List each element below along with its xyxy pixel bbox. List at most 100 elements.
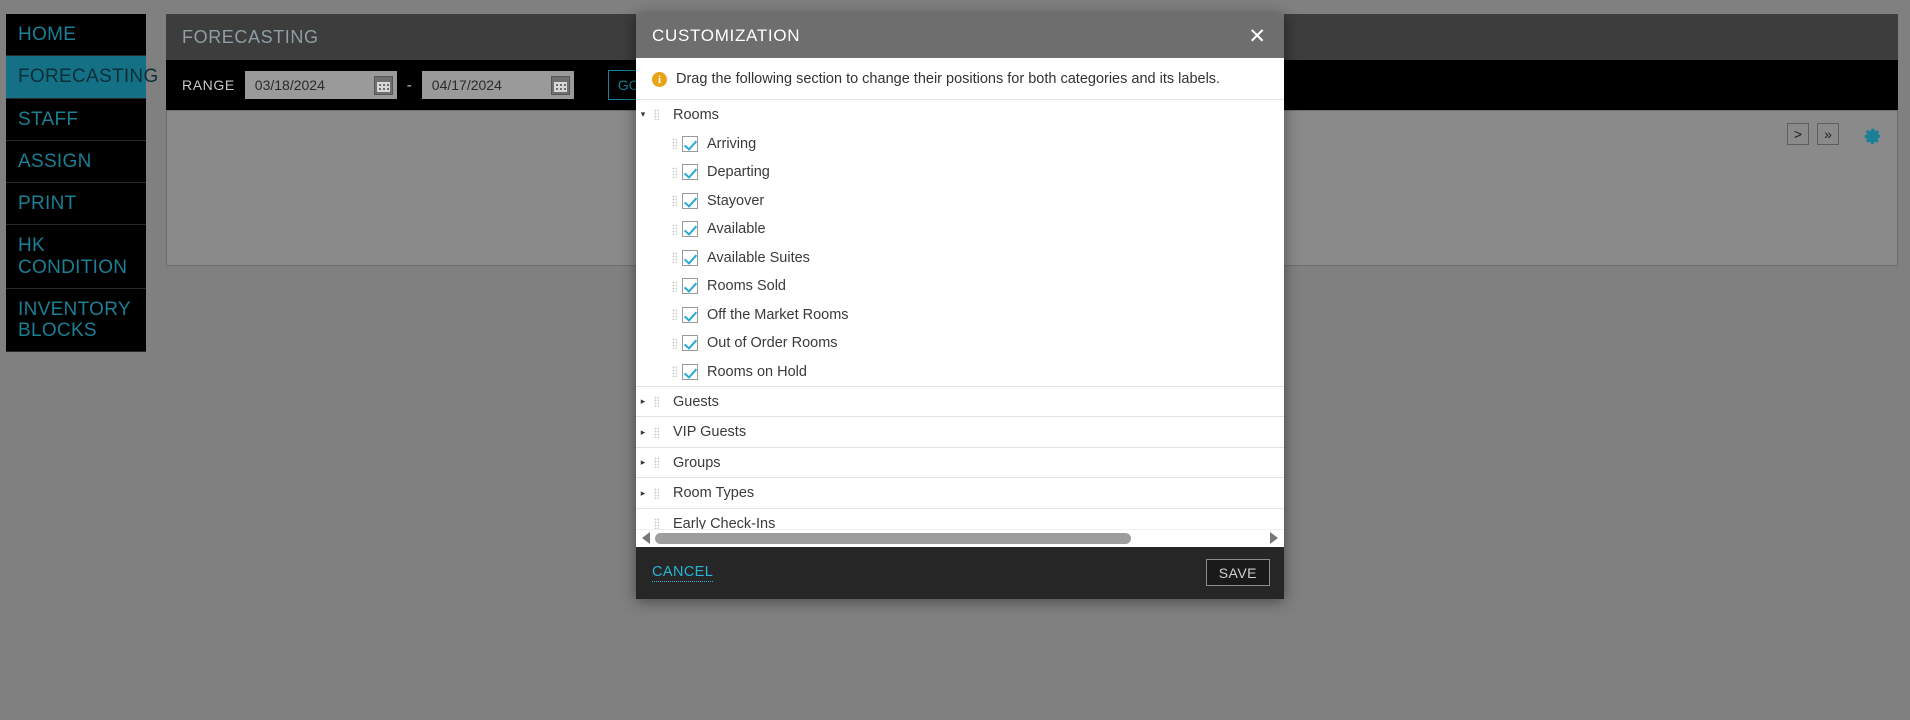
tree-checkbox-row[interactable]: Rooms Sold bbox=[636, 272, 1284, 301]
category-tree[interactable]: ▾ Rooms Arriving Departing Stayover Available… bbox=[636, 99, 1284, 529]
tree-checkbox-row[interactable]: Arriving bbox=[636, 129, 1284, 158]
calendar-icon[interactable] bbox=[551, 76, 570, 95]
drag-handle-icon[interactable] bbox=[668, 366, 680, 377]
date-separator: - bbox=[407, 77, 412, 94]
drag-handle-icon[interactable] bbox=[668, 167, 680, 178]
sidebar-nav: HOME FORECASTING STAFF ASSIGN PRINT HK CONDIT… bbox=[6, 14, 146, 352]
tree-item-label: Rooms on Hold bbox=[698, 364, 807, 380]
drag-handle-icon[interactable] bbox=[668, 309, 680, 320]
drag-handle-icon[interactable] bbox=[668, 195, 680, 206]
drag-handle-icon[interactable] bbox=[668, 138, 680, 149]
tree-category-row[interactable]: ▸Groups bbox=[636, 447, 1284, 478]
drag-handle-icon[interactable] bbox=[650, 427, 662, 438]
sidebar-item-label: STAFF bbox=[18, 109, 78, 130]
sidebar-item-forecasting[interactable]: FORECASTING bbox=[6, 56, 146, 98]
tree-checkbox-row[interactable]: Available bbox=[636, 215, 1284, 244]
horizontal-scrollbar[interactable] bbox=[636, 529, 1284, 547]
tree-item-label: Departing bbox=[698, 164, 770, 180]
sidebar-item-staff[interactable]: STAFF bbox=[6, 99, 146, 141]
checkbox-stayover[interactable] bbox=[682, 193, 698, 209]
info-icon: i bbox=[652, 72, 667, 87]
tree-item-label: Rooms Sold bbox=[698, 278, 786, 294]
tree-category-row[interactable]: ▸ VIP Guests bbox=[636, 416, 1284, 447]
close-icon[interactable]: ✕ bbox=[1244, 26, 1270, 47]
drag-handle-icon[interactable] bbox=[668, 281, 680, 292]
app-root: HOME FORECASTING STAFF ASSIGN PRINT HK CONDIT… bbox=[0, 0, 1910, 720]
next-page-icon[interactable]: > bbox=[1787, 123, 1809, 145]
tree-checkbox-row[interactable]: Stayover bbox=[636, 186, 1284, 215]
drag-handle-icon[interactable] bbox=[668, 224, 680, 235]
tree-checkbox-row[interactable]: Available Suites bbox=[636, 243, 1284, 272]
tree-category-row[interactable]: Early Check-Ins bbox=[636, 508, 1284, 529]
sidebar-item-label: ASSIGN bbox=[18, 151, 92, 172]
checkbox-off-the-market-rooms[interactable] bbox=[682, 307, 698, 323]
checkbox-rooms-sold[interactable] bbox=[682, 278, 698, 294]
tree-item-label: Off the Market Rooms bbox=[698, 307, 849, 323]
checkbox-rooms-on-hold[interactable] bbox=[682, 364, 698, 380]
tree-category-row[interactable]: ▸ Room Types bbox=[636, 477, 1284, 508]
tree-category-row[interactable]: ▾ Rooms bbox=[636, 99, 1284, 130]
customization-dialog: CUSTOMIZATION ✕ i Drag the following sec… bbox=[636, 14, 1284, 599]
tree-checkbox-row[interactable]: Departing bbox=[636, 158, 1284, 187]
scroll-right-icon[interactable] bbox=[1270, 532, 1278, 544]
date-to-value: 04/17/2024 bbox=[432, 77, 502, 93]
date-from-value: 03/18/2024 bbox=[255, 77, 325, 93]
tree-item-label: Available bbox=[698, 221, 766, 237]
dialog-body: i Drag the following section to change t… bbox=[636, 58, 1284, 547]
chevron-right-icon[interactable]: ▸ bbox=[636, 427, 650, 438]
chevron-right-icon[interactable]: ▸ bbox=[636, 396, 650, 407]
checkbox-arriving[interactable] bbox=[682, 136, 698, 152]
sidebar-item-label: FORECASTING bbox=[18, 66, 159, 87]
tree-item-label: Out of Order Rooms bbox=[698, 335, 838, 351]
drag-handle-icon[interactable] bbox=[650, 109, 662, 120]
sidebar-item-home[interactable]: HOME bbox=[6, 14, 146, 56]
sidebar-item-assign[interactable]: ASSIGN bbox=[6, 141, 146, 183]
date-from-field[interactable]: 03/18/2024 bbox=[245, 71, 397, 99]
sidebar-item-inventory-blocks[interactable]: INVENTORY BLOCKS bbox=[6, 289, 146, 353]
checkbox-available-suites[interactable] bbox=[682, 250, 698, 266]
tree-item-label: Available Suites bbox=[698, 250, 810, 266]
sidebar-item-label: HK CONDITION bbox=[18, 235, 134, 278]
sidebar-item-label: INVENTORY BLOCKS bbox=[18, 299, 134, 342]
chevron-down-icon[interactable]: ▾ bbox=[636, 109, 650, 120]
tree-item-label: VIP Guests bbox=[662, 424, 746, 440]
tree-checkbox-row[interactable]: Off the Market Rooms bbox=[636, 300, 1284, 329]
tree-checkbox-row[interactable]: Rooms on Hold bbox=[636, 357, 1284, 386]
tree-item-label: Stayover bbox=[698, 193, 764, 209]
drag-handle-icon[interactable] bbox=[668, 338, 680, 349]
tree-item-label: Guests bbox=[662, 394, 719, 410]
sidebar-item-print[interactable]: PRINT bbox=[6, 183, 146, 225]
tree-checkbox-row[interactable]: Out of Order Rooms bbox=[636, 329, 1284, 358]
drag-handle-icon[interactable] bbox=[650, 396, 662, 407]
calendar-icon[interactable] bbox=[374, 76, 393, 95]
dialog-header: CUSTOMIZATION ✕ bbox=[636, 14, 1284, 58]
sidebar-item-label: PRINT bbox=[18, 193, 77, 214]
drag-handle-icon[interactable] bbox=[668, 252, 680, 263]
drag-handle-icon[interactable] bbox=[650, 518, 662, 529]
drag-handle-icon[interactable] bbox=[650, 488, 662, 499]
scrollbar-thumb[interactable] bbox=[655, 533, 1131, 544]
scrollbar-track[interactable] bbox=[655, 533, 1265, 544]
content-controls: > » bbox=[1787, 123, 1883, 145]
save-button[interactable]: SAVE bbox=[1206, 559, 1270, 586]
tree-item-label: Arriving bbox=[698, 136, 756, 152]
checkbox-departing[interactable] bbox=[682, 164, 698, 180]
last-page-icon[interactable]: » bbox=[1817, 123, 1839, 145]
sidebar-item-hk-condition[interactable]: HK CONDITION bbox=[6, 225, 146, 289]
date-to-field[interactable]: 04/17/2024 bbox=[422, 71, 574, 99]
tree-item-label: Early Check-Ins bbox=[662, 516, 775, 529]
gear-icon[interactable] bbox=[1861, 123, 1883, 145]
chevron-right-icon[interactable]: ▸ bbox=[636, 457, 650, 468]
scroll-left-icon[interactable] bbox=[642, 532, 650, 544]
drag-handle-icon[interactable] bbox=[650, 457, 662, 468]
cancel-button[interactable]: CANCEL bbox=[652, 564, 713, 582]
tree-item-label: Rooms bbox=[662, 107, 719, 123]
checkbox-out-of-order-rooms[interactable] bbox=[682, 335, 698, 351]
sidebar-item-label: HOME bbox=[18, 24, 76, 45]
chevron-right-icon[interactable]: ▸ bbox=[636, 488, 650, 499]
tree-category-row[interactable]: ▸ Guests bbox=[636, 386, 1284, 417]
range-label: RANGE bbox=[182, 77, 235, 93]
checkbox-available[interactable] bbox=[682, 221, 698, 237]
tree-item-label: Room Types bbox=[662, 485, 754, 501]
dialog-title: CUSTOMIZATION bbox=[652, 26, 800, 46]
